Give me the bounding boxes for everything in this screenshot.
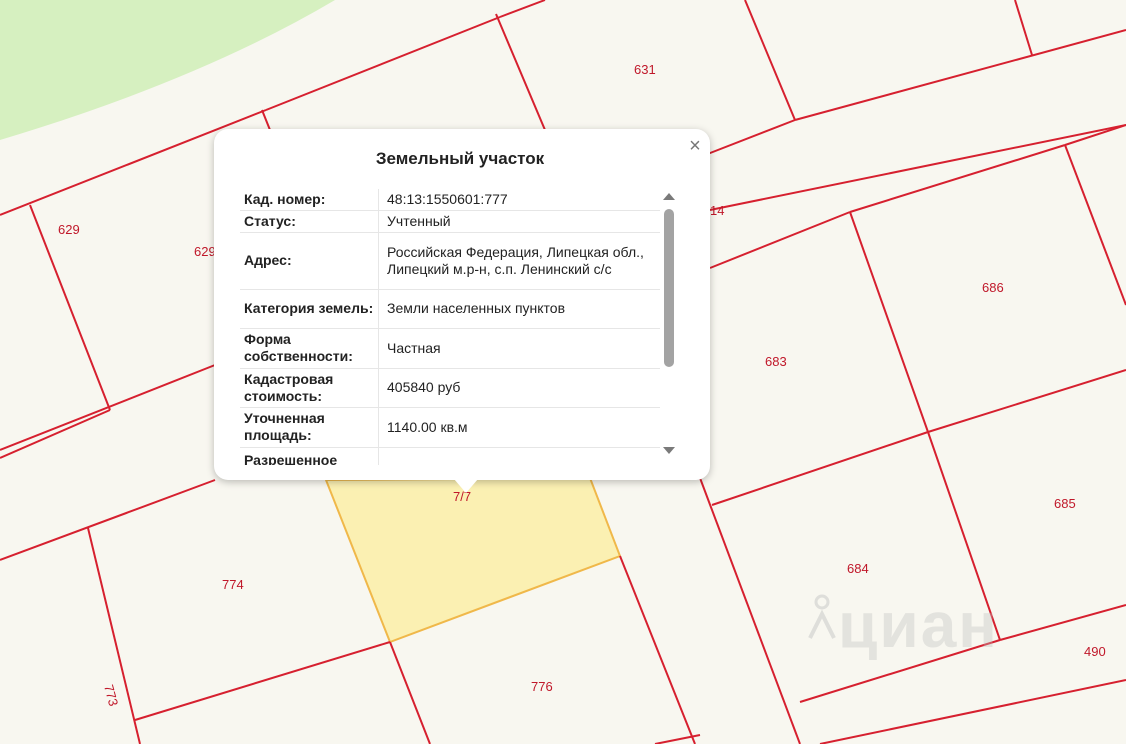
cian-watermark: циан (838, 589, 999, 661)
scrollbar[interactable] (663, 193, 675, 455)
parcel-info-popup: Земельный участок × Кад. номер: 48:13:15… (214, 129, 710, 493)
parcel-label: 684 (847, 561, 869, 576)
property-key: Статус: (240, 210, 379, 233)
parcel-label: 774 (222, 577, 244, 592)
selected-parcel[interactable] (324, 476, 622, 644)
parcel-label: 686 (982, 280, 1004, 295)
property-key: Кад. номер: (240, 189, 379, 211)
park-area (0, 0, 335, 140)
parcel-label: 683 (765, 354, 787, 369)
scrollbar-thumb[interactable] (664, 209, 674, 367)
parcel-label: 629 (58, 222, 80, 237)
scroll-up-arrow-icon[interactable] (663, 193, 675, 200)
scroll-down-arrow-icon[interactable] (663, 447, 675, 454)
property-value: Учтенный (378, 210, 660, 233)
property-value: 405840 руб (378, 368, 660, 408)
close-icon[interactable]: × (686, 136, 704, 156)
popup-title: Земельный участок (375, 149, 545, 168)
property-value: 1140.00 кв.м (378, 407, 660, 448)
table-row: Адрес: Российская Федерация, Липецкая об… (240, 232, 660, 290)
table-row: Категория земель: Земли населенных пункт… (240, 289, 660, 329)
table-row: Разрешенное (240, 447, 660, 465)
parcel-label: 490 (1084, 644, 1106, 659)
property-key: Кадастровая стоимость: (240, 368, 379, 408)
parcel-label: 631 (634, 62, 656, 77)
property-value: 48:13:1550601:777 (378, 189, 660, 211)
table-row: Кадастровая стоимость: 405840 руб (240, 368, 660, 408)
parcel-label: 685 (1054, 496, 1076, 511)
table-row: Уточненная площадь: 1140.00 кв.м (240, 407, 660, 448)
table-row: Форма собственности: Частная (240, 328, 660, 369)
property-key: Разрешенное (240, 447, 379, 465)
properties-scroll-area[interactable]: Кад. номер: 48:13:1550601:777 Статус: Уч… (240, 189, 660, 465)
parcel-label: 776 (531, 679, 553, 694)
property-value (378, 447, 660, 465)
property-key: Форма собственности: (240, 328, 379, 369)
property-key: Уточненная площадь: (240, 407, 379, 448)
property-key: Адрес: (240, 232, 379, 290)
table-row: Статус: Учтенный (240, 210, 660, 233)
cian-logo-icon (808, 594, 836, 639)
parcel-label: 14 (710, 203, 724, 218)
table-row: Кад. номер: 48:13:1550601:777 (240, 189, 660, 211)
property-value: Российская Федерация, Липецкая обл., Лип… (378, 232, 660, 290)
property-value: Земли населенных пунктов (378, 289, 660, 329)
property-value: Частная (378, 328, 660, 369)
property-key: Категория земель: (240, 289, 379, 329)
parcel-label: 773 (101, 683, 121, 708)
popup-pointer (454, 479, 478, 493)
parcel-label: 629 (194, 244, 216, 259)
properties-table: Кад. номер: 48:13:1550601:777 Статус: Уч… (240, 189, 660, 465)
